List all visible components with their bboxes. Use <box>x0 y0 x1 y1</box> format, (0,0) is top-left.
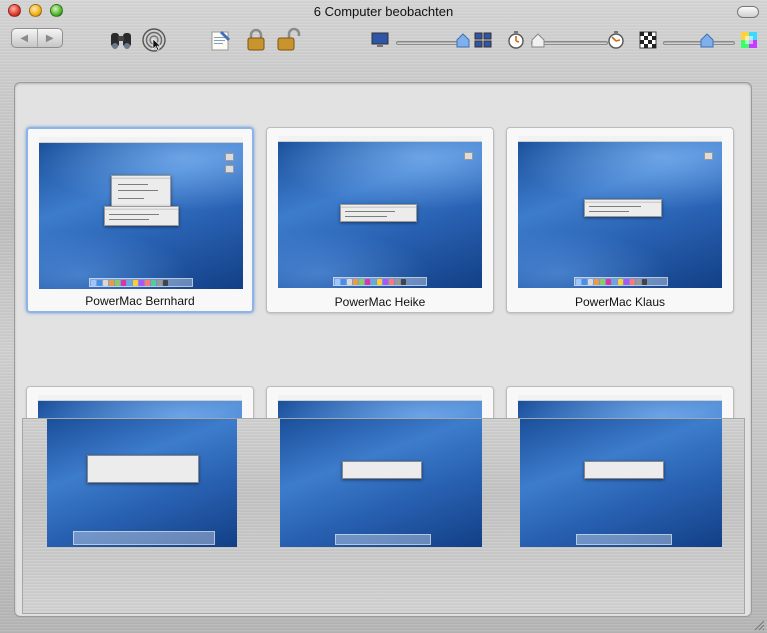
back-forward-control: ◀ ▶ <box>11 28 63 48</box>
screen-thumbnail <box>518 136 722 288</box>
toolbar-toggle-button[interactable] <box>737 6 759 18</box>
computer-name-label: PowerMac Klaus <box>574 295 666 309</box>
computer-card[interactable] <box>26 386 254 572</box>
binoculars-icon[interactable] <box>108 27 134 53</box>
back-button[interactable]: ◀ <box>12 29 37 47</box>
screen-small-icon <box>371 32 389 47</box>
computer-card[interactable] <box>266 386 494 572</box>
zoom-slider-knob[interactable] <box>456 33 470 48</box>
clock-icon <box>508 31 524 49</box>
computer-name-label: PowerMac Bernhard <box>85 294 195 308</box>
color-depth-slider[interactable] <box>663 41 735 45</box>
computer-grid: PowerMac Bernhard PowerMac Heike PowerMa… <box>14 82 752 617</box>
observe-radar-icon[interactable] <box>141 27 167 53</box>
notes-icon[interactable] <box>208 27 234 53</box>
screen-thumbnail <box>38 395 242 547</box>
computer-card[interactable]: PowerMac Klaus <box>506 127 734 313</box>
unlock-icon[interactable] <box>275 27 301 53</box>
screen-thumbnail <box>278 395 482 547</box>
grid-icon <box>474 32 492 48</box>
title-bar: 6 Computer beobachten <box>0 0 767 24</box>
computer-card[interactable]: PowerMac Heike <box>266 127 494 313</box>
computer-card[interactable] <box>506 386 734 572</box>
window: 6 Computer beobachten ◀ ▶ PowerMac Bernh… <box>0 0 767 633</box>
checkerboard-icon <box>639 31 657 49</box>
interval-slider-knob[interactable] <box>531 33 545 48</box>
clock-alt-icon <box>608 31 624 49</box>
window-title: 6 Computer beobachten <box>313 4 454 19</box>
color-depth-slider-knob[interactable] <box>700 33 714 48</box>
lock-icon[interactable] <box>243 27 269 53</box>
screen-thumbnail <box>278 136 482 288</box>
resize-grip-icon[interactable] <box>753 619 765 631</box>
toolbar: ◀ ▶ <box>0 22 767 60</box>
screen-thumbnail <box>518 395 722 547</box>
screen-thumbnail <box>39 137 243 289</box>
forward-button[interactable]: ▶ <box>36 29 63 47</box>
color-wheel-icon <box>741 32 757 48</box>
computer-name-label: PowerMac Heike <box>334 295 426 309</box>
computer-card[interactable]: PowerMac Bernhard <box>26 127 254 313</box>
